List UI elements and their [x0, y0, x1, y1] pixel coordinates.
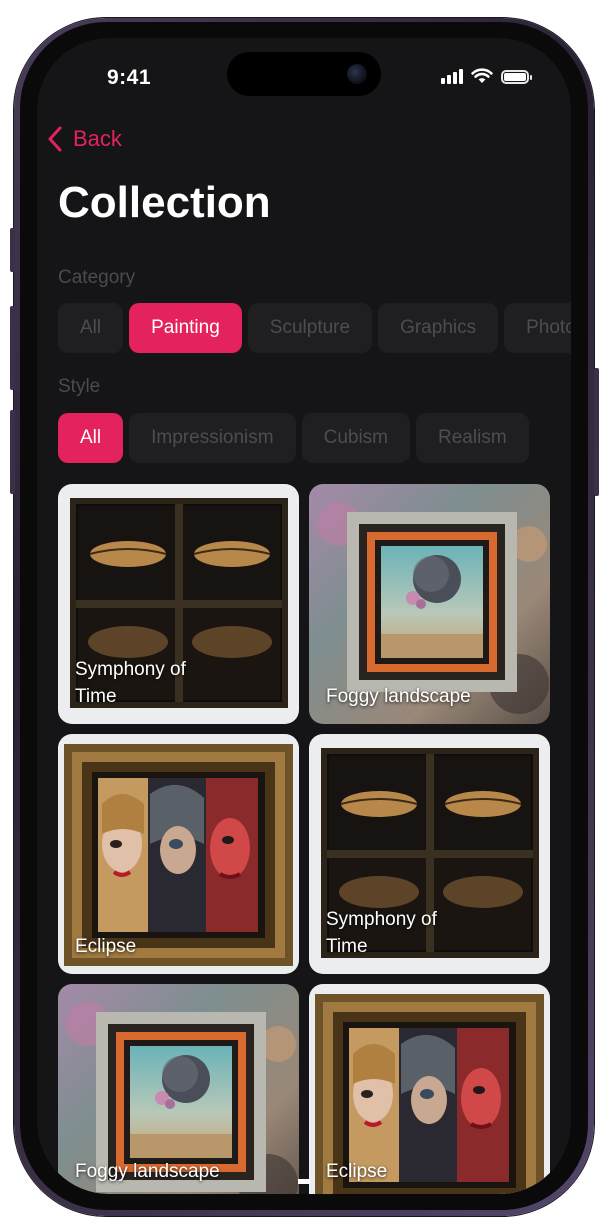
style-chip-cubism[interactable]: Cubism: [301, 413, 411, 463]
screen: 9:41 Back Collection Category All Painti…: [37, 38, 571, 1194]
artwork-title: Symphony of Time: [326, 909, 437, 957]
volume-up-button: [10, 306, 15, 390]
artwork-grid: Symphony of Time Foggy landscape Eclipse…: [58, 484, 550, 1194]
back-button[interactable]: Back: [47, 126, 122, 152]
style-chip-impressionism[interactable]: Impressionism: [129, 413, 296, 463]
cellular-signal-icon: [441, 68, 463, 84]
category-chip-sculpture[interactable]: Sculpture: [247, 303, 373, 353]
artwork-card[interactable]: Eclipse: [309, 984, 550, 1194]
front-camera-icon: [347, 64, 367, 84]
page-title: Collection: [58, 178, 271, 227]
chevron-left-icon: [48, 126, 62, 152]
style-chip-all[interactable]: All: [58, 413, 124, 463]
artwork-card[interactable]: Foggy landscape: [58, 984, 299, 1194]
artwork-title: Foggy landscape: [326, 686, 471, 707]
power-button: [594, 368, 599, 496]
artwork-card[interactable]: Symphony of Time: [58, 484, 299, 724]
artwork-card[interactable]: Foggy landscape: [309, 484, 550, 724]
style-chips: All Impressionism Cubism Realism: [58, 413, 529, 463]
status-icons: [441, 68, 532, 84]
home-indicator: [298, 1179, 310, 1184]
artwork-card[interactable]: Eclipse: [58, 734, 299, 974]
category-chips: All Painting Sculpture Graphics Photo: [58, 303, 571, 353]
silent-switch: [10, 228, 15, 272]
category-chip-photo[interactable]: Photo: [504, 303, 571, 353]
status-time: 9:41: [107, 66, 152, 89]
back-label: Back: [73, 126, 122, 151]
volume-down-button: [10, 410, 15, 494]
artwork-title: Eclipse: [326, 1161, 388, 1182]
wifi-icon: [471, 68, 493, 83]
artwork-card[interactable]: Symphony of Time: [309, 734, 550, 974]
dynamic-island: [227, 52, 381, 96]
artwork-title: Eclipse: [75, 936, 137, 957]
artwork-title: Symphony of Time: [75, 659, 186, 707]
category-chip-graphics[interactable]: Graphics: [378, 303, 499, 353]
category-chip-all[interactable]: All: [58, 303, 124, 353]
battery-icon: [501, 70, 532, 84]
category-label: Category: [58, 267, 136, 288]
style-chip-realism[interactable]: Realism: [416, 413, 529, 463]
style-label: Style: [58, 376, 101, 397]
category-chip-painting[interactable]: Painting: [129, 303, 242, 353]
artwork-title: Foggy landscape: [75, 1161, 220, 1182]
